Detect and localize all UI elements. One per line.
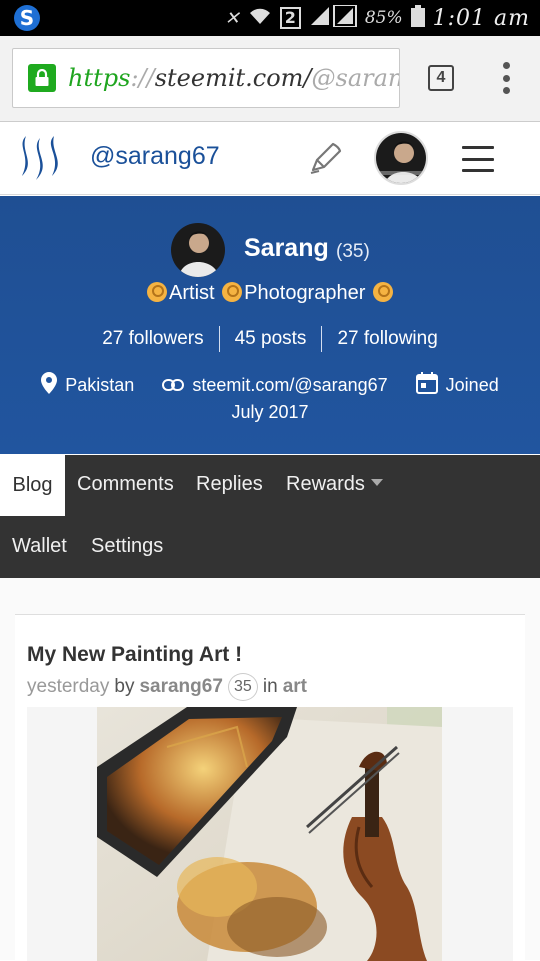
following-count[interactable]: 27 following [337,328,437,350]
post-thumbnail[interactable] [97,707,442,961]
pen-icon[interactable] [307,140,343,176]
hamburger-menu-icon[interactable] [462,146,494,172]
battery-icon [410,5,425,31]
user-avatar[interactable] [374,131,428,185]
post-time[interactable]: yesterday [27,676,109,698]
steemit-logo-icon[interactable] [16,132,68,184]
about-word-artist: Artist [169,282,215,304]
url-text: https://steemit.com/@sarang67 [68,64,399,92]
profile-avatar [171,223,225,277]
location-text: Pakistan [65,374,135,395]
mute-icon: ✕ [224,7,240,29]
tab-rewards-label: Rewards [286,473,365,495]
post-author[interactable]: sarang67 [139,676,222,698]
tab-rewards[interactable]: Rewards [286,473,383,496]
tab-blog[interactable]: Blog [0,455,65,516]
url-host: steemit.com/ [154,64,312,92]
about-word-photographer: Photographer [244,282,366,304]
joined-label: Joined [445,374,499,395]
tab-comments[interactable]: Comments [77,473,174,496]
post-by: by [114,676,135,697]
lock-icon [28,64,56,92]
clock: 1:01 am [432,5,530,31]
signal-icon [309,3,357,32]
profile-name: Sarang [244,234,329,262]
status-indicators: ✕ 2 85% 1:01 am [225,0,530,36]
website-item[interactable]: steemit.com/@sarang67 [162,375,388,396]
tab-wallet[interactable]: Wallet [12,535,67,558]
header-username[interactable]: @sarang67 [90,142,220,171]
post-thumbnail-container[interactable] [27,707,513,961]
location-pin-icon [41,371,58,399]
post-title[interactable]: My New Painting Art ! [27,643,242,667]
profile-about: Artist Photographer [0,282,540,305]
ok-hand-emoji-icon [372,282,393,302]
link-icon [162,375,185,396]
profile-reputation: (35) [336,241,370,262]
post-in: in [262,676,278,697]
tab-replies[interactable]: Replies [196,473,263,496]
author-reputation-badge: 35 [227,673,258,701]
blog-feed: My New Painting Art ! yesterday by saran… [0,578,540,961]
wifi-icon [248,6,272,31]
stats-divider [218,326,220,352]
followers-count[interactable]: 27 followers [102,328,203,350]
website-link[interactable]: steemit.com/@sarang67 [192,375,387,396]
url-protocol: https [68,64,131,92]
app-notification-icon: S [14,5,40,31]
dropdown-caret-icon [370,479,383,486]
status-bar: S ✕ 2 85% 1:01 am [0,0,540,36]
site-header: @sarang67 [0,122,540,195]
profile-tabs: Blog Comments Replies Rewards Wallet Set… [0,455,540,578]
tab-switcher-button[interactable]: 4 [428,65,454,91]
profile-meta: Pakistan steemit.com/@sarang67 Joined [0,371,540,399]
joined-date: July 2017 [231,402,309,422]
post-card: My New Painting Art ! yesterday by saran… [15,614,525,961]
stats-divider [321,326,323,352]
calendar-icon [415,371,438,399]
battery-percent: 85% [364,8,403,28]
post-category[interactable]: art [283,676,307,698]
posts-count: 45 posts [234,328,307,349]
url-path: @sarang67 [311,64,399,92]
address-bar[interactable]: https://steemit.com/@sarang67 [12,48,400,108]
profile-stats: 27 followers 45 posts 27 following [0,324,540,354]
post-meta: yesterday by sarang67 35 in art [27,673,307,701]
ok-hand-emoji-icon [222,282,243,302]
profile-banner: Sarang (35) Artist Photographer 27 follo… [0,196,540,454]
url-separator: :// [130,64,155,92]
tab-settings[interactable]: Settings [91,535,163,558]
ok-hand-emoji-icon [147,282,168,302]
browser-toolbar: https://steemit.com/@sarang67 4 [0,36,540,122]
location-item: Pakistan [41,371,135,399]
joined-item: Joined [415,371,499,399]
sim-indicator: 2 [279,7,301,29]
browser-menu-icon[interactable] [496,62,516,94]
